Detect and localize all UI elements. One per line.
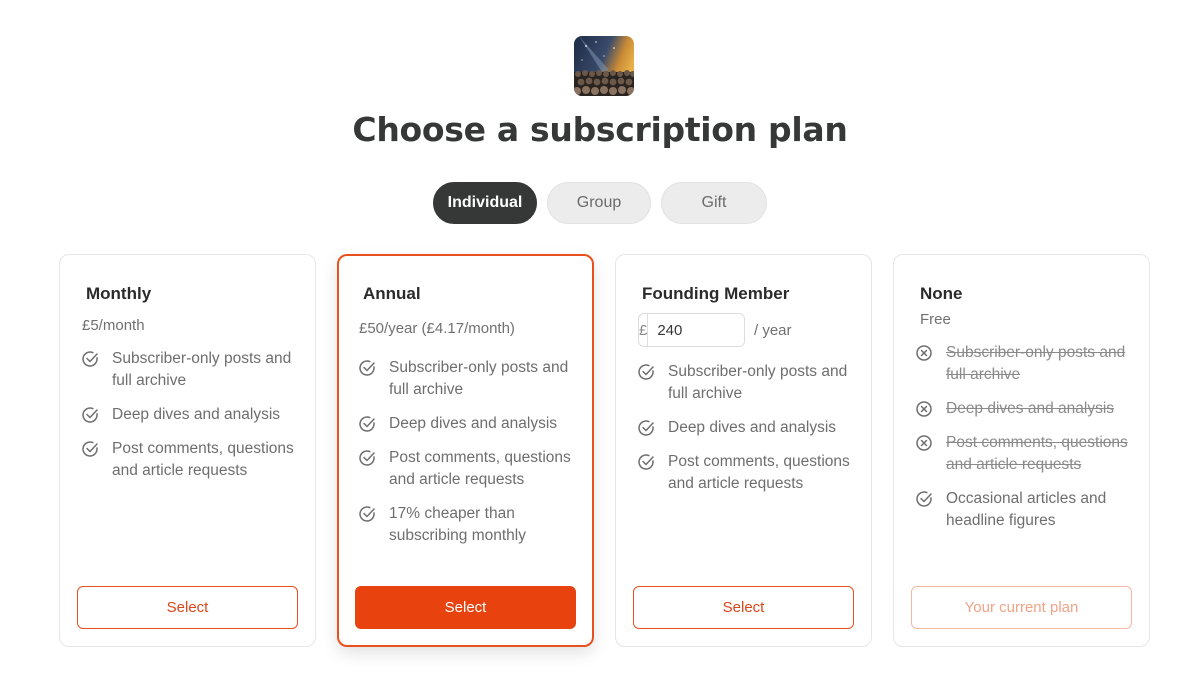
select-monthly-button[interactable]: Select (77, 586, 298, 629)
check-circle-icon (638, 420, 654, 436)
feature-text: Subscriber-only posts and full archive (112, 350, 292, 389)
select-annual-button[interactable]: Select (355, 586, 576, 629)
feature-item: 17% cheaper than subscribing monthly (357, 503, 578, 547)
feature-item: Subscriber-only posts and full archive (80, 348, 301, 392)
check-circle-icon (82, 441, 98, 457)
plan-card-monthly: Monthly £5/month Subscriber-only posts a… (59, 254, 316, 647)
feature-item: Subscriber-only posts and full archive (357, 357, 578, 401)
feature-text: Post comments, questions and article req… (946, 434, 1128, 473)
check-circle-icon (359, 416, 375, 432)
feature-text: Deep dives and analysis (946, 400, 1115, 417)
plan-card-none: None Free Subscriber-only posts and full… (893, 254, 1150, 647)
check-circle-icon (638, 454, 654, 470)
feature-list: Subscriber-only posts and full archive D… (636, 361, 857, 507)
plan-name: Annual (363, 284, 421, 303)
plan-name: Monthly (86, 284, 152, 303)
feature-text: Subscriber-only posts and full archive (946, 344, 1126, 383)
plan-price: Free (920, 311, 951, 328)
publication-logo (574, 36, 634, 96)
feature-text: Post comments, questions and article req… (389, 449, 571, 488)
feature-list: Subscriber-only posts and full archive D… (914, 342, 1135, 544)
tab-gift[interactable]: Gift (661, 182, 767, 224)
feature-item: Post comments, questions and article req… (80, 438, 301, 482)
select-founding-button[interactable]: Select (633, 586, 854, 629)
plan-name: Founding Member (642, 284, 790, 303)
feature-item: Deep dives and analysis (357, 413, 578, 435)
check-circle-icon (82, 407, 98, 423)
feature-text: Subscriber-only posts and full archive (389, 359, 569, 398)
feature-text: Occasional articles and headline figures (946, 490, 1107, 529)
currency-symbol: £ (639, 314, 649, 346)
price-field: £ (638, 313, 745, 347)
feature-text: Deep dives and analysis (668, 419, 837, 436)
feature-item: Subscriber-only posts and full archive (636, 361, 857, 405)
feature-item: Occasional articles and headline figures (914, 488, 1135, 532)
feature-item: Post comments, questions and article req… (357, 447, 578, 491)
check-circle-icon (916, 491, 932, 507)
plan-type-tabs: Individual Group Gift (0, 182, 1200, 224)
founding-amount-input[interactable] (648, 314, 744, 346)
plan-name: None (920, 284, 963, 303)
feature-list: Subscriber-only posts and full archive D… (80, 348, 301, 494)
tab-group[interactable]: Group (547, 182, 651, 224)
x-circle-icon (916, 401, 932, 417)
plan-card-founding-member: Founding Member £ / year Subscriber-only… (615, 254, 872, 647)
feature-text: Post comments, questions and article req… (112, 440, 294, 479)
check-circle-icon (359, 450, 375, 466)
feature-item: Deep dives and analysis (80, 404, 301, 426)
feature-text: Deep dives and analysis (389, 415, 558, 432)
x-circle-icon (916, 435, 932, 451)
plan-price: £5/month (82, 317, 145, 334)
tab-individual[interactable]: Individual (433, 182, 537, 224)
feature-text: Subscriber-only posts and full archive (668, 363, 848, 402)
check-circle-icon (359, 360, 375, 376)
feature-list: Subscriber-only posts and full archive D… (357, 357, 578, 559)
feature-text: Deep dives and analysis (112, 406, 281, 423)
feature-item: Post comments, questions and article req… (914, 432, 1135, 476)
current-plan-button[interactable]: Your current plan (911, 586, 1132, 629)
feature-item: Deep dives and analysis (636, 417, 857, 439)
feature-item: Post comments, questions and article req… (636, 451, 857, 495)
price-period: / year (754, 321, 792, 339)
check-circle-icon (359, 506, 375, 522)
plan-card-annual: Annual £50/year (£4.17/month) Subscriber… (337, 254, 594, 647)
check-circle-icon (638, 364, 654, 380)
page-title: Choose a subscription plan (352, 110, 848, 149)
feature-item: Deep dives and analysis (914, 398, 1135, 420)
feature-item: Subscriber-only posts and full archive (914, 342, 1135, 386)
x-circle-icon (916, 345, 932, 361)
check-circle-icon (82, 351, 98, 367)
custom-price-row: £ / year (638, 313, 792, 347)
feature-text: 17% cheaper than subscribing monthly (389, 505, 526, 544)
feature-text: Post comments, questions and article req… (668, 453, 850, 492)
plan-price: £50/year (£4.17/month) (359, 320, 515, 337)
